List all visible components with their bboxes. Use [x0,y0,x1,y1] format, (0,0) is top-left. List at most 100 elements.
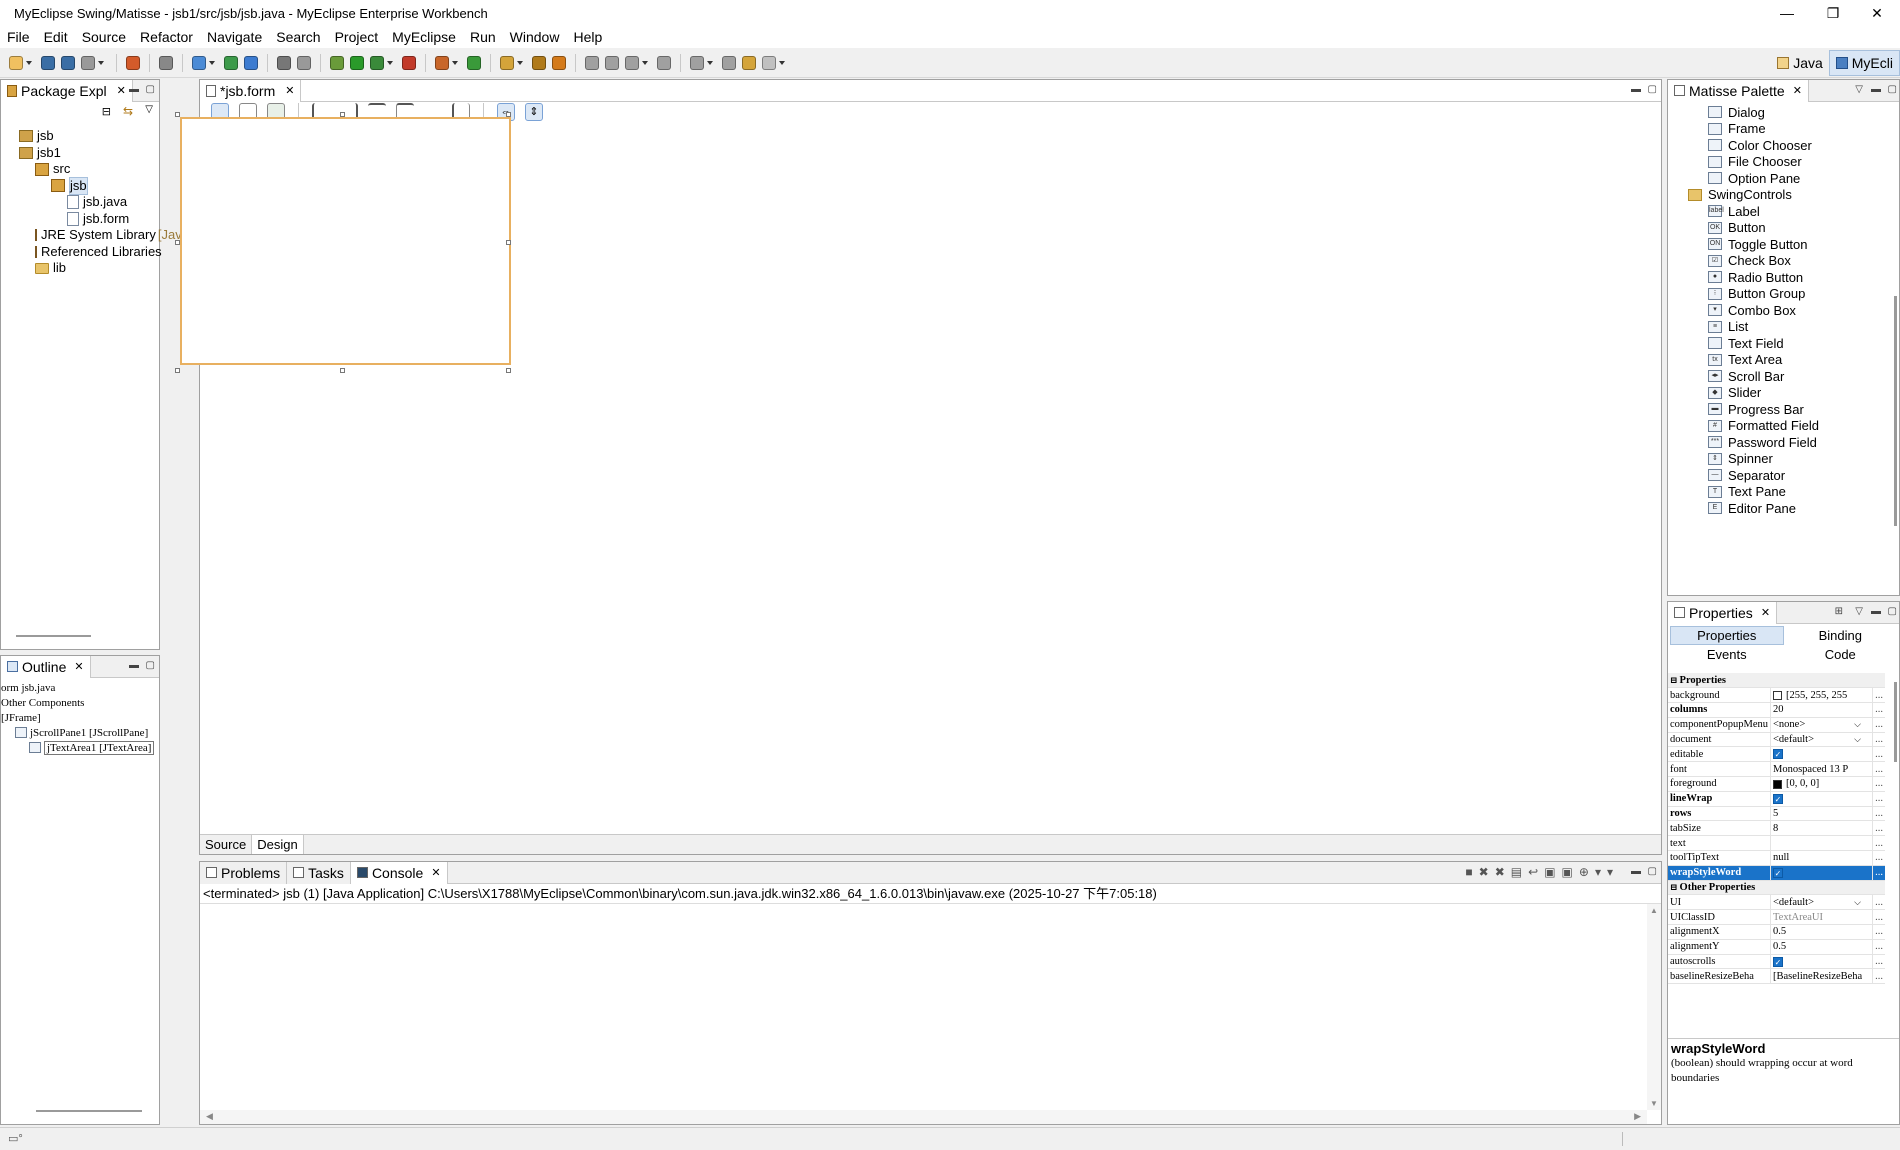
new-wizard-icon[interactable] [9,55,23,70]
toggle-comment-icon[interactable] [625,55,639,70]
property-row[interactable]: wrapStyleWord ✓... [1668,865,1885,881]
ellipsis-button[interactable]: ... [1872,850,1885,866]
palette-item[interactable]: # Formatted Field [1668,418,1889,435]
ellipsis-button[interactable]: ... [1872,732,1885,748]
deploy-icon[interactable] [277,55,291,70]
property-row[interactable]: tabSize 8... [1668,820,1885,837]
maximize-view-icon[interactable]: ▢ [146,660,155,671]
dropdown-icon[interactable] [517,54,523,72]
display-selected-console-icon[interactable]: ▾ [1595,865,1601,879]
pin-console-icon[interactable]: ⊕ [1579,865,1589,879]
palette-item[interactable]: ≡ List [1668,319,1889,336]
vertical-scrollbar[interactable] [1894,682,1897,762]
property-combo[interactable]: <default> ⌵ [1773,734,1861,745]
tree-item[interactable]: JRE System Library [Jav [1,227,182,244]
jframe-component[interactable] [180,117,511,365]
tree-item[interactable]: jsb.form [1,211,159,228]
next-annotation-icon[interactable] [690,55,704,70]
minimize-button[interactable]: — [1764,0,1810,26]
tab-code[interactable]: Code [1784,645,1898,664]
menu-refactor[interactable]: Refactor [133,29,200,45]
tab-source[interactable]: Source [200,835,253,854]
palette-item[interactable]: ▾ Combo Box [1668,302,1889,319]
property-value[interactable]: 5 [1770,806,1873,822]
close-icon[interactable]: ✕ [431,866,440,879]
show-on-output-icon[interactable]: ▣ [1544,865,1555,879]
tree-item[interactable]: jsb1 [1,145,159,162]
ellipsis-button[interactable]: ... [1872,687,1885,704]
open-console-icon[interactable]: ▾ [1607,865,1613,879]
property-value[interactable]: [BaselineResizeBeha [1770,968,1873,985]
checkbox-icon[interactable]: ✓ [1773,867,1783,878]
property-row[interactable]: alignmentY 0.5... [1668,939,1885,955]
menu-file[interactable]: File [0,29,37,45]
property-value[interactable]: <default> ⌵ [1770,894,1873,911]
palette-item[interactable]: SwingControls [1668,187,1889,204]
minimize-view-icon[interactable]: ▬ [1631,866,1641,877]
coverage-icon[interactable] [402,55,416,70]
ellipsis-button[interactable]: ... [1872,835,1885,852]
menu-run[interactable]: Run [463,29,503,45]
collapse-all-icon[interactable]: ⊟ [102,105,111,118]
maximize-view-icon[interactable]: ▢ [1888,84,1897,95]
vertical-scrollbar[interactable]: ▲ ▼ [1647,904,1661,1110]
close-icon[interactable]: ✕ [285,84,294,97]
property-value[interactable]: ✓ [1770,791,1873,807]
property-row[interactable]: foreground [0, 0, 0]... [1668,776,1885,792]
tab-problems[interactable]: Problems [200,861,288,884]
checkbox-icon[interactable]: ✓ [1773,749,1783,760]
tab-package-explorer[interactable]: Package Expl ✕ [1,79,133,102]
property-value[interactable] [1770,835,1873,852]
save-all-icon[interactable] [61,55,75,70]
open-type-icon[interactable] [192,55,206,70]
property-value[interactable]: 8 [1770,820,1873,837]
ellipsis-button[interactable]: ... [1872,954,1885,970]
property-value[interactable]: 0.5 [1770,939,1873,955]
tab-jsb-form[interactable]: *jsb.form ✕ [200,79,302,102]
property-value[interactable]: [255, 255, 255 [1770,687,1873,704]
property-row[interactable]: background [255, 255, 255... [1668,687,1885,704]
horizontal-scrollbar[interactable] [36,1110,142,1112]
horizontal-scrollbar[interactable] [16,635,91,637]
ellipsis-button[interactable]: ... [1872,746,1885,763]
resize-handle[interactable] [506,368,511,373]
resize-handle[interactable] [340,368,345,373]
minimize-view-icon[interactable]: ▬ [129,660,139,671]
ellipsis-button[interactable]: ... [1872,939,1885,955]
palette-item[interactable]: Frame [1668,121,1889,138]
property-value[interactable]: 0.5 [1770,924,1873,940]
dropdown-icon[interactable] [642,54,648,72]
menu-navigate[interactable]: Navigate [200,29,269,45]
ellipsis-button[interactable]: ... [1872,702,1885,718]
back-icon[interactable] [742,55,756,70]
link-with-editor-icon[interactable]: ⇆ [123,104,133,118]
maximize-view-icon[interactable]: ▢ [146,84,155,95]
ellipsis-button[interactable]: ... [1872,924,1885,940]
property-row[interactable]: baselineResizeBeha [BaselineResizeBeha... [1668,968,1885,985]
property-row[interactable]: text... [1668,835,1885,852]
tree-item[interactable]: src [1,161,159,178]
horizontal-scrollbar[interactable]: ◀ ▶ [200,1110,1647,1124]
tab-design[interactable]: Design [252,835,304,854]
new-project-icon[interactable] [126,55,140,70]
close-icon[interactable]: ✕ [1761,606,1770,619]
resize-handle[interactable] [506,240,511,245]
menu-project[interactable]: Project [328,29,386,45]
dropdown-icon[interactable] [98,54,104,72]
tab-matisse-palette[interactable]: Matisse Palette ✕ [1668,79,1809,102]
palette-item[interactable]: File Chooser [1668,154,1889,171]
palette-item[interactable]: ● Radio Button [1668,269,1889,286]
property-row[interactable]: lineWrap ✓... [1668,791,1885,807]
save-icon[interactable] [41,55,55,70]
outline-item[interactable]: orm jsb.java [1,680,159,695]
property-row[interactable]: UIClassID TextAreaUI... [1668,909,1885,926]
dropdown-icon[interactable] [387,54,393,72]
minimize-view-icon[interactable]: ▬ [1871,606,1881,617]
remove-all-terminated-icon[interactable]: ✖ [1495,865,1505,879]
property-combo[interactable]: <default> ⌵ [1773,897,1861,908]
palette-item[interactable]: Dialog [1668,104,1889,121]
property-row[interactable]: componentPopupMenu <none> ⌵... [1668,717,1885,733]
open-web-icon[interactable] [552,55,566,70]
pin-icon[interactable]: ⊞ [1835,606,1843,617]
view-menu-icon[interactable]: ▽ [1855,606,1863,617]
